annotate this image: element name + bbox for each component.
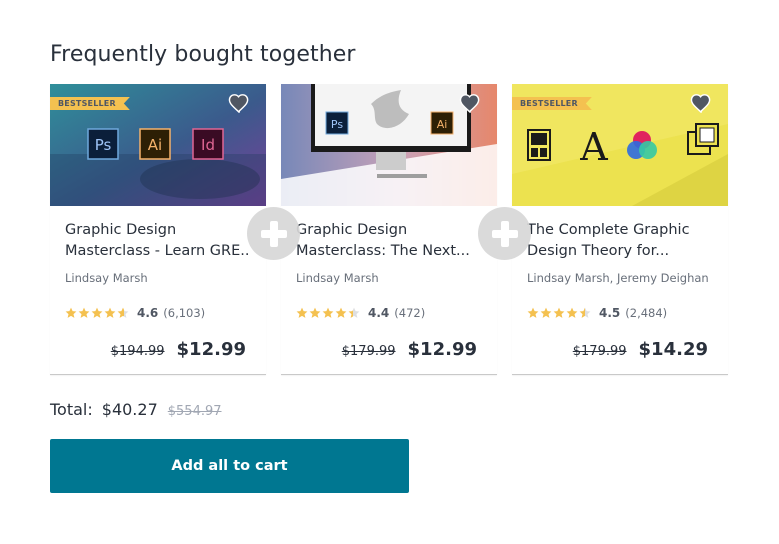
star-icon — [322, 307, 334, 318]
course-author: Lindsay Marsh, Jeremy Deighan — [527, 271, 709, 285]
original-price: $179.99 — [341, 344, 396, 359]
star-rating — [65, 307, 130, 319]
review-count: (2,484) — [625, 306, 668, 320]
review-count: (6,103) — [163, 306, 206, 320]
star-rating — [527, 307, 592, 319]
section-title: Frequently bought together — [50, 42, 356, 67]
photoshop-label: Ps — [95, 136, 112, 154]
star-icon — [104, 307, 116, 318]
course-card[interactable]: A BESTSELLER The Complete Graphic Design… — [512, 84, 728, 375]
course-thumbnail[interactable]: Ps Ai Id BESTSELLER — [50, 84, 266, 206]
review-count: (472) — [394, 306, 426, 320]
star-icon — [335, 307, 347, 318]
course-author: Lindsay Marsh — [65, 271, 148, 285]
typography-letter: A — [579, 125, 608, 169]
star-icon — [78, 307, 90, 318]
heart-icon[interactable] — [690, 93, 712, 113]
bundle-total: Total: $40.27 $554.97 — [50, 400, 222, 419]
discount-price: $12.99 — [407, 339, 477, 360]
total-label: Total: — [50, 400, 93, 419]
star-icon — [527, 307, 539, 318]
star-rating — [296, 307, 361, 319]
plus-icon — [478, 207, 531, 260]
course-thumbnail[interactable]: Ps Ai — [281, 84, 497, 206]
rating-value: 4.6 — [137, 306, 159, 320]
course-rating: 4.6 (6,103) — [65, 306, 251, 320]
rating-value: 4.4 — [368, 306, 390, 320]
course-title[interactable]: Graphic Design Masterclass - Learn GRE..… — [65, 220, 251, 262]
course-rating: 4.4 (472) — [296, 306, 482, 320]
star-icon — [553, 307, 565, 318]
bestseller-badge: BESTSELLER — [512, 97, 592, 110]
rating-value: 4.5 — [599, 306, 621, 320]
photoshop-label: Ps — [331, 118, 343, 131]
course-title[interactable]: The Complete Graphic Design Theory for..… — [527, 220, 713, 262]
star-icon — [117, 307, 129, 318]
course-price: $194.99 $12.99 — [111, 339, 246, 360]
plus-icon-glyph — [260, 220, 287, 247]
original-price: $194.99 — [110, 344, 165, 359]
bestseller-badge: BESTSELLER — [50, 97, 130, 110]
illustrator-label: Ai — [437, 118, 448, 131]
star-icon — [296, 307, 308, 318]
illustrator-label: Ai — [148, 136, 162, 154]
star-icon — [91, 307, 103, 318]
heart-icon[interactable] — [459, 93, 481, 113]
course-thumbnail[interactable]: A BESTSELLER — [512, 84, 728, 206]
total-price: $40.27 — [101, 400, 158, 419]
course-card[interactable]: Ps Ai Id BESTSELLER Graphic Design Maste… — [50, 84, 266, 375]
course-card[interactable]: Ps Ai Graphic Design Masterclass: The Ne… — [281, 84, 497, 375]
star-icon — [348, 307, 360, 318]
star-icon — [579, 307, 591, 318]
plus-icon-glyph — [491, 220, 518, 247]
heart-icon[interactable] — [228, 93, 250, 113]
course-rating: 4.5 (2,484) — [527, 306, 713, 320]
star-icon — [309, 307, 321, 318]
star-icon — [65, 307, 77, 318]
frequently-bought-together: Frequently bought together Ps Ai Id BEST… — [0, 0, 779, 544]
course-price: $179.99 $12.99 — [342, 339, 477, 360]
discount-price: $14.29 — [638, 339, 708, 360]
star-icon — [540, 307, 552, 318]
discount-price: $12.99 — [176, 339, 246, 360]
add-all-to-cart-button[interactable]: Add all to cart — [50, 439, 409, 493]
course-author: Lindsay Marsh — [296, 271, 379, 285]
star-icon — [566, 307, 578, 318]
original-price: $179.99 — [572, 344, 627, 359]
total-original-price: $554.97 — [167, 404, 222, 419]
course-price: $179.99 $14.29 — [573, 339, 708, 360]
plus-icon — [247, 207, 300, 260]
course-title[interactable]: Graphic Design Masterclass: The Next... — [296, 220, 482, 262]
indesign-label: Id — [201, 136, 215, 154]
